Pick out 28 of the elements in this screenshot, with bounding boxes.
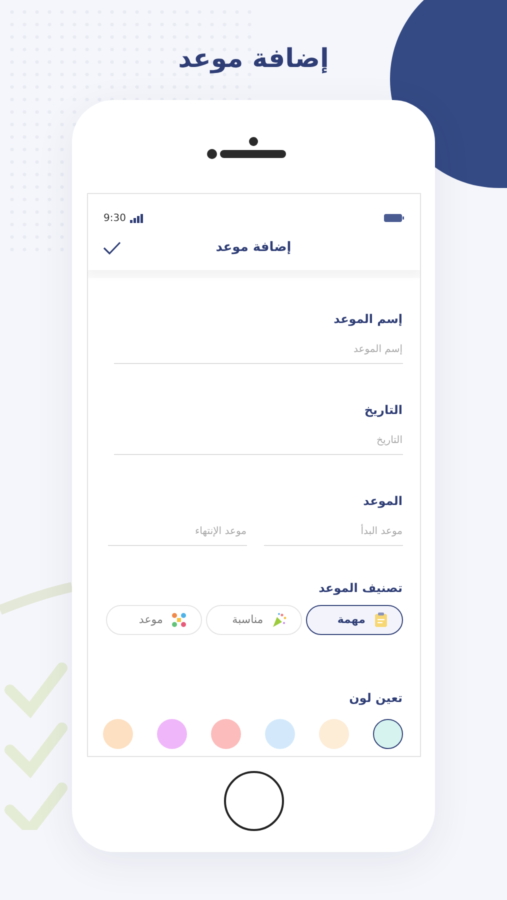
- category-chip[interactable]: مهمة: [306, 605, 402, 635]
- checkmark-icon: [102, 241, 120, 255]
- party-popper-icon: [271, 612, 288, 628]
- speaker-grille: [220, 150, 286, 158]
- category-chip[interactable]: موعد: [106, 605, 202, 635]
- field-label: الموعد: [362, 493, 402, 510]
- headline: إضافة موعد: [178, 43, 329, 76]
- color-swatch[interactable]: [372, 719, 402, 749]
- status-time: 9:30: [104, 212, 126, 226]
- text-field[interactable]: إسم الموعد: [114, 336, 402, 364]
- battery-icon: [384, 214, 404, 222]
- field-label: تعين لون: [348, 690, 402, 707]
- text-field[interactable]: التاريخ: [114, 427, 402, 455]
- people-icon: [170, 612, 187, 628]
- field-label: تصنيف الموعد: [318, 580, 402, 597]
- color-swatch[interactable]: [318, 719, 348, 749]
- time-field[interactable]: موعد الإنتهاء: [108, 518, 246, 546]
- field-label: إسم الموعد: [332, 311, 402, 328]
- field-label: التاريخ: [363, 402, 402, 419]
- screen-title: إضافة موعد: [216, 239, 292, 258]
- color-swatch[interactable]: [156, 719, 186, 749]
- clipboard-icon: [374, 612, 388, 628]
- category-chip[interactable]: مناسبة: [206, 605, 302, 635]
- color-swatch[interactable]: [102, 719, 132, 749]
- color-swatch[interactable]: [264, 719, 294, 749]
- signal-icon: [130, 214, 144, 222]
- time-field[interactable]: موعد البدأ: [264, 518, 402, 546]
- color-swatch[interactable]: [210, 719, 240, 749]
